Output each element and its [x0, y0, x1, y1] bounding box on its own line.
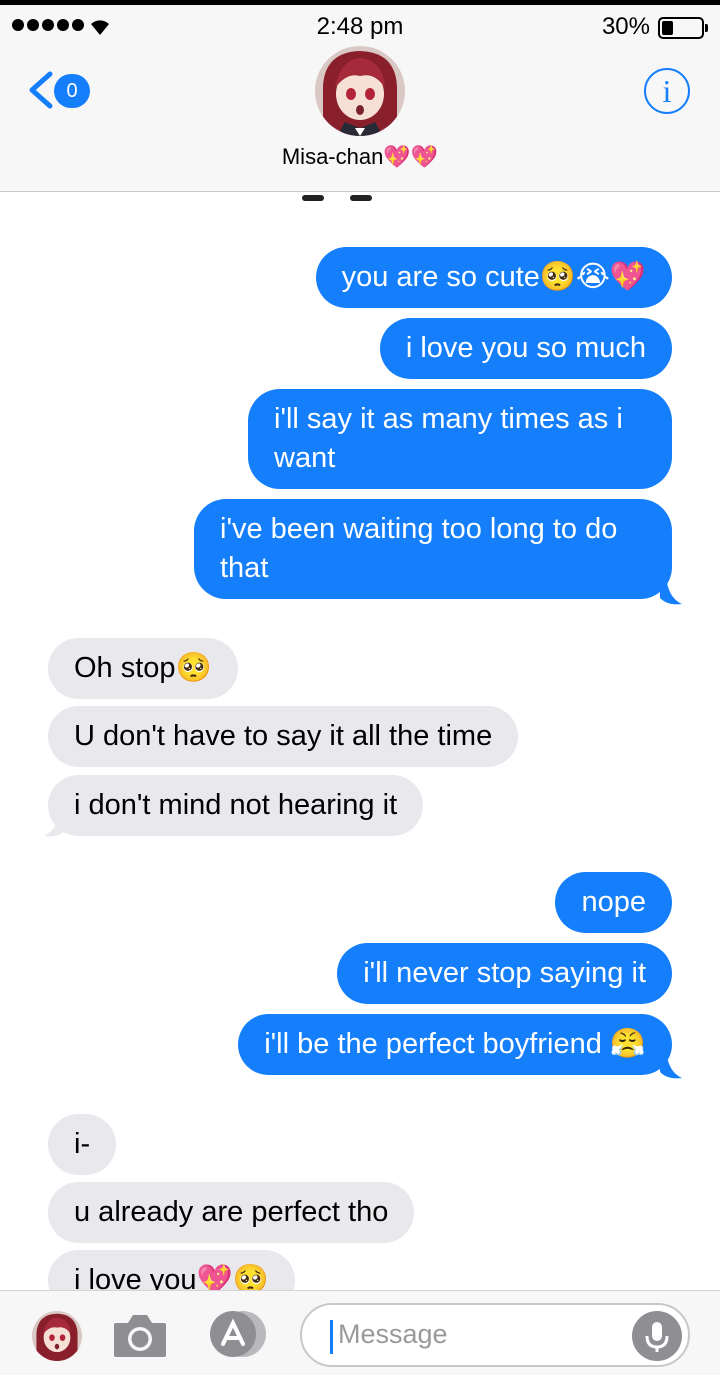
message-bubble-sent[interactable]: i've been waiting too long to do that: [194, 499, 672, 599]
back-chevron-icon[interactable]: [26, 70, 56, 110]
battery-icon: [658, 17, 708, 39]
bubble-tail: [660, 1050, 682, 1079]
bubble-tail: [44, 808, 66, 837]
message-input[interactable]: Message: [300, 1303, 690, 1367]
camera-icon[interactable]: [112, 1311, 168, 1359]
contact-avatar[interactable]: [315, 46, 405, 136]
message-composer: Message: [0, 1290, 720, 1375]
info-button[interactable]: i: [644, 68, 690, 114]
message-bubble-sent[interactable]: i'll say it as many times as i want: [248, 389, 672, 489]
microphone-icon[interactable]: [632, 1311, 682, 1361]
unread-count-badge[interactable]: 0: [54, 74, 90, 108]
text-cursor: [330, 1320, 333, 1354]
message-bubble-received[interactable]: u already are perfect tho: [48, 1182, 415, 1243]
message-bubble-received[interactable]: Oh stop🥺: [48, 638, 238, 699]
memoji-avatar-button[interactable]: [32, 1311, 82, 1361]
contact-name[interactable]: Misa-chan💖💖: [0, 144, 720, 170]
message-bubble-sent[interactable]: i'll never stop saying it: [337, 943, 672, 1004]
message-bubble-sent[interactable]: i'll be the perfect boyfriend 😤: [238, 1014, 672, 1075]
app-store-icon[interactable]: [204, 1309, 270, 1359]
message-bubble-received[interactable]: i don't mind not hearing it: [48, 775, 424, 836]
message-bubble-sent[interactable]: i love you so much: [379, 318, 672, 379]
message-bubble-sent[interactable]: nope: [555, 872, 672, 933]
status-bar: 2:48 pm 30%: [0, 0, 720, 46]
conversation-header: 0 Misa-chan💖💖 i: [0, 46, 720, 192]
message-bubble-received[interactable]: i-: [48, 1114, 117, 1175]
bubble-tail: [660, 576, 682, 605]
battery-percentage: 30%: [601, 13, 650, 40]
message-bubble-received[interactable]: U don't have to say it all the time: [48, 706, 519, 767]
message-placeholder: Message: [338, 1319, 448, 1349]
battery-level: [662, 21, 674, 35]
partial-message-remnant: [302, 195, 372, 201]
message-bubble-sent[interactable]: you are so cute🥺😭💖: [315, 247, 672, 308]
